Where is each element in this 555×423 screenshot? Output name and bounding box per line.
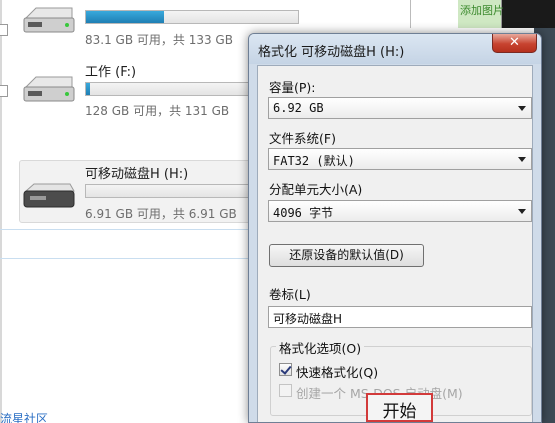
hard-drive-icon bbox=[23, 7, 75, 33]
hard-drive-icon bbox=[23, 76, 75, 102]
divider bbox=[410, 0, 411, 28]
separator bbox=[0, 258, 250, 259]
volume-label: 卷标(L) bbox=[269, 287, 311, 302]
chevron-down-icon bbox=[518, 209, 526, 214]
drive-usage-fill bbox=[86, 11, 165, 23]
close-icon: ✕ bbox=[509, 35, 520, 50]
volume-label-input[interactable]: 可移动磁盘H bbox=[268, 306, 532, 328]
restore-defaults-button[interactable]: 还原设备的默认值(D) bbox=[269, 244, 424, 267]
separator bbox=[0, 229, 250, 230]
allocation-value: 4096 字节 bbox=[273, 206, 334, 220]
add-image-label: 添加图片 bbox=[460, 4, 504, 17]
close-button[interactable]: ✕ bbox=[492, 34, 537, 53]
row-checkbox[interactable] bbox=[0, 85, 8, 97]
msdos-startup-checkbox bbox=[279, 384, 292, 397]
filesystem-select[interactable]: FAT32 (默认) bbox=[268, 148, 532, 170]
filesystem-label: 文件系统(F) bbox=[269, 131, 336, 146]
quick-format-checkbox[interactable] bbox=[279, 363, 292, 376]
capacity-label: 容量(P): bbox=[269, 80, 316, 95]
watermark-text: 流星社区 bbox=[0, 412, 49, 423]
start-button[interactable]: 开始 bbox=[366, 393, 433, 422]
removable-drive-icon bbox=[23, 183, 75, 208]
filesystem-value: FAT32 (默认) bbox=[273, 154, 355, 168]
add-image-tile[interactable]: 添加图片 bbox=[458, 0, 504, 28]
drive-capacity-text: 6.91 GB 可用，共 6.91 GB bbox=[85, 207, 237, 221]
capacity-value: 6.92 GB bbox=[273, 101, 324, 115]
chevron-down-icon bbox=[518, 157, 526, 162]
allocation-select[interactable]: 4096 字节 bbox=[268, 200, 532, 222]
drive-name: 可移动磁盘H (H:) bbox=[85, 167, 189, 182]
drive-name: 工作 (F:) bbox=[85, 65, 137, 80]
background-image-strip: 添加图片 bbox=[458, 0, 555, 28]
drive-usage-fill bbox=[86, 83, 91, 95]
drive-usage-bar bbox=[85, 10, 299, 24]
dialog-titlebar[interactable]: 格式化 可移动磁盘H (H:) ✕ bbox=[249, 34, 541, 64]
format-options-title: 格式化选项(O) bbox=[276, 338, 365, 357]
allocation-label: 分配单元大小(A) bbox=[269, 182, 363, 197]
capacity-select[interactable]: 6.92 GB bbox=[268, 97, 532, 119]
row-checkbox[interactable] bbox=[0, 24, 8, 36]
drive-capacity-text: 128 GB 可用，共 131 GB bbox=[85, 104, 230, 118]
drive-capacity-text: 83.1 GB 可用，共 133 GB bbox=[85, 33, 233, 47]
start-button-label: 开始 bbox=[382, 402, 417, 422]
quick-format-label: 快速格式化(Q) bbox=[296, 365, 379, 380]
volume-label-value: 可移动磁盘H bbox=[273, 312, 343, 326]
chevron-down-icon bbox=[518, 106, 526, 111]
dialog-title: 格式化 可移动磁盘H (H:) bbox=[258, 45, 405, 60]
window-edge bbox=[0, 0, 2, 423]
